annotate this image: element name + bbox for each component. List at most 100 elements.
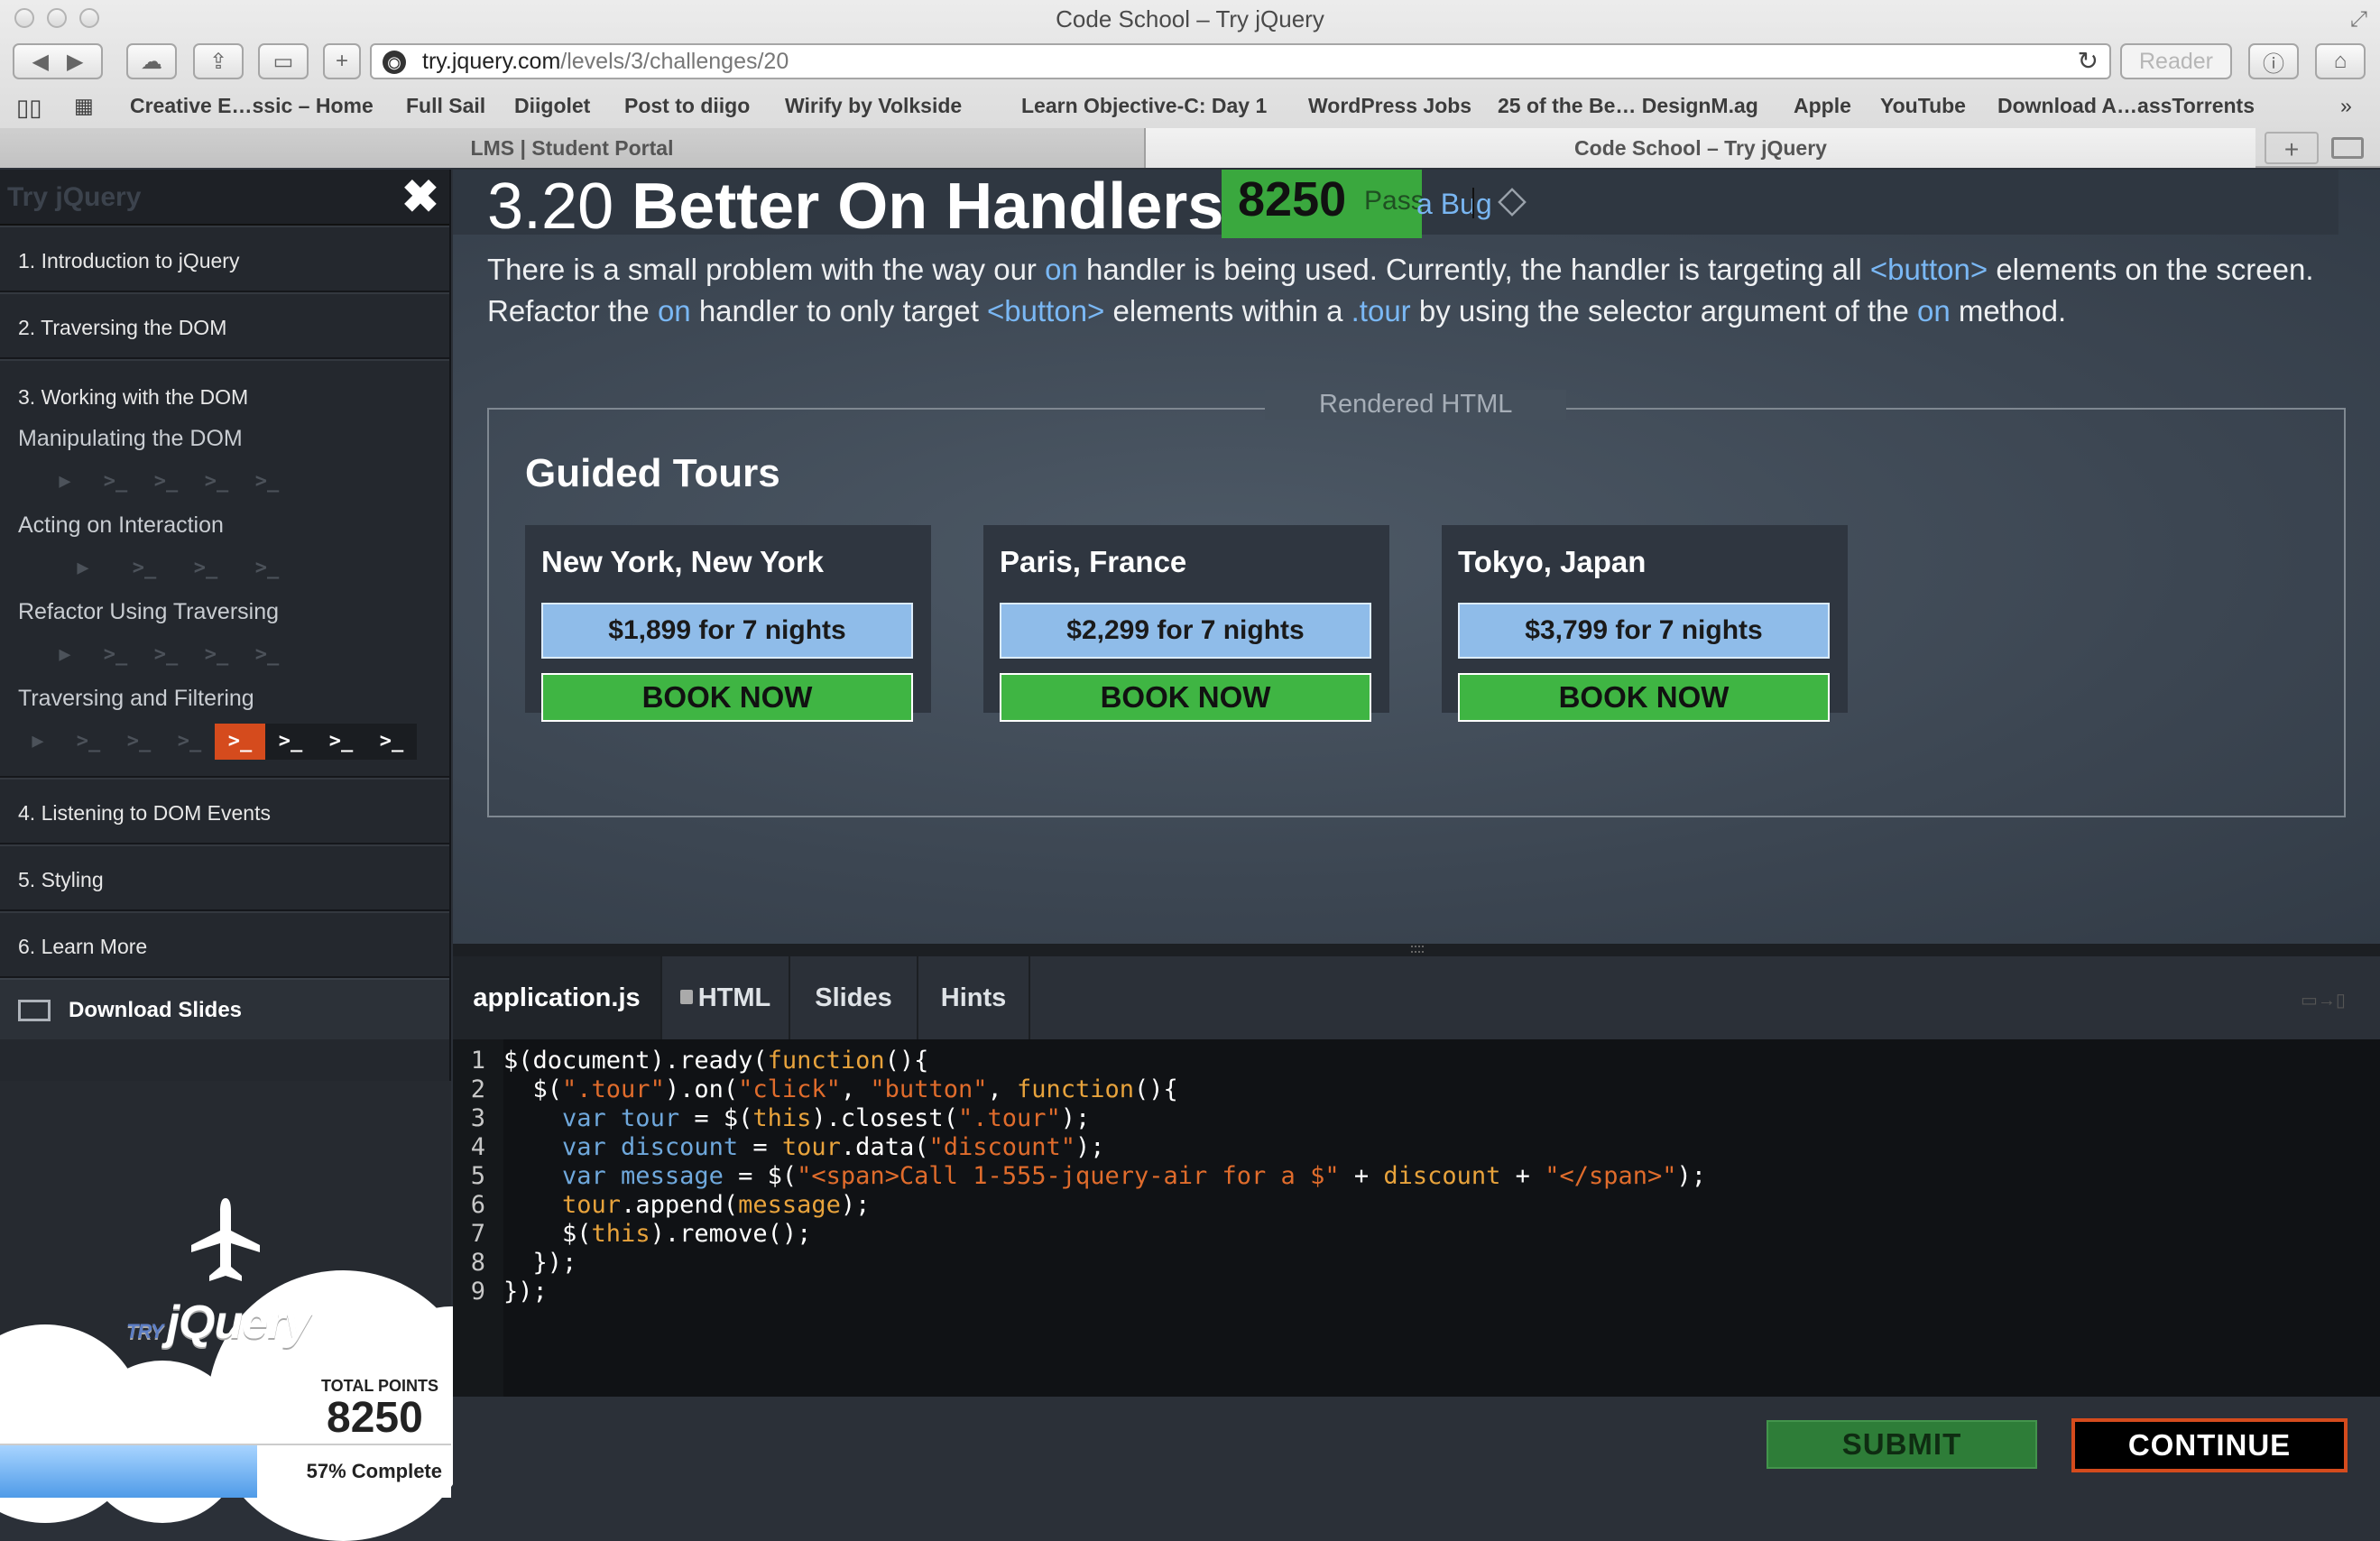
challenge-icon[interactable]: >_ [265,724,316,760]
downloads-button[interactable]: ⓘ [2248,43,2299,79]
sidebar-header: Try jQuery ✖ [0,170,449,226]
grid-icon: ▭ [272,49,294,74]
add-tab-icon[interactable]: + [2265,132,2319,164]
tour-card: Tokyo, Japan $3,799 for 7 nights BOOK NO… [1442,525,1848,722]
tab-lms[interactable]: LMS | Student Portal [0,128,1146,168]
book-now-button[interactable]: BOOK NOW [1458,673,1830,722]
report-bug-link[interactable]: a Bug [1416,188,1492,221]
reload-icon[interactable]: ↻ [2078,45,2099,78]
panel-resize-handle[interactable] [453,944,2380,956]
play-video-icon[interactable]: ▶ [40,637,90,673]
plus-icon: + [335,49,348,73]
bookmark-item[interactable]: Post to diigo [624,94,750,118]
challenge-name: Better On Handlers [632,171,1224,243]
share-button[interactable]: ⇪ [193,43,244,79]
share-icon: ⇪ [208,49,228,74]
challenge-icon[interactable]: >_ [114,724,164,760]
bookmark-item[interactable]: Apple [1794,94,1851,118]
challenge-icon[interactable]: >_ [90,464,141,500]
divider [1472,188,1474,218]
reader-button[interactable]: Reader [2120,43,2232,79]
bookmark-item[interactable]: WordPress Jobs [1308,94,1471,118]
play-video-icon[interactable]: ▶ [13,724,63,760]
fullscreen-icon[interactable]: ⤢ [2350,7,2367,32]
forward-icon[interactable]: ▶ [67,49,83,75]
level-3-title[interactable]: 3. Working with the DOM [18,381,449,413]
book-now-button[interactable]: BOOK NOW [541,673,913,722]
challenge-icon[interactable]: >_ [63,724,114,760]
challenge-icon[interactable]: >_ [119,550,170,586]
current-challenge-icon[interactable]: >_ [215,724,265,760]
new-tab-button[interactable]: + [323,43,361,79]
icloud-button[interactable]: ☁ [126,43,177,79]
bookmark-item[interactable]: Diigolet [514,94,590,118]
sidebar-item-level-6[interactable]: 6. Learn More [0,911,449,978]
bookmark-item[interactable]: Wirify by Volkside [785,94,962,118]
reading-list-icon[interactable]: ▯▯ [16,94,42,122]
lock-icon [679,990,693,1004]
bookmark-item[interactable]: Creative E…ssic – Home [130,94,374,118]
download-slides-button[interactable]: Download Slides [0,978,449,1039]
tab-hints[interactable]: Hints [918,956,1030,1039]
tab-slides[interactable]: Slides [790,956,918,1039]
title-bar: Code School – Try jQuery ⤢ [0,0,2380,40]
challenge-icon[interactable]: >_ [366,724,417,760]
code-area[interactable]: 1 $(document).ready(function(){ 2 $(".tou… [453,1039,2380,1397]
slides-icon [18,1000,51,1021]
tab-try-jquery[interactable]: Code School – Try jQuery [1146,128,2255,168]
bookmark-item[interactable]: Full Sail [406,94,485,118]
challenge-icon[interactable]: >_ [242,550,292,586]
score-value: 8250 [1238,172,1347,226]
challenge-icon[interactable]: >_ [164,724,215,760]
back-forward-buttons[interactable]: ◀ ▶ [13,43,103,79]
challenge-icon[interactable]: >_ [316,724,366,760]
tab-html[interactable]: HTML [662,956,790,1039]
code-line: 8 }); [470,1249,577,1277]
editor-tabs: application.js HTML Slides Hints ▭→▯ [453,956,2380,1039]
score-status: Pass [1364,186,1425,216]
continue-button[interactable]: CONTINUE [2071,1418,2348,1472]
more-bookmarks-icon[interactable]: » [2340,94,2352,118]
close-sidebar-icon[interactable]: ✖ [397,173,444,220]
challenge-icon[interactable]: >_ [242,637,292,673]
sidebar-brand: Try jQuery [7,182,142,212]
challenge-icon[interactable]: >_ [191,637,242,673]
total-points-value: 8250 [327,1394,423,1442]
code-line: 4 var discount = tour.data("discount"); [470,1133,1105,1161]
all-bookmarks-icon[interactable]: ▦ [74,94,94,118]
progress-label: 57% Complete [306,1460,442,1482]
challenge-icon[interactable]: >_ [242,464,292,500]
challenge-icon[interactable]: >_ [141,637,191,673]
url-path: /levels/3/challenges/20 [560,49,789,74]
tab-application-js[interactable]: application.js [453,956,662,1039]
sidebar-item-level-5[interactable]: 5. Styling [0,844,449,911]
challenge-icon[interactable]: >_ [191,464,242,500]
home-button[interactable]: ⌂ [2315,43,2366,79]
tour-card: Paris, France $2,299 for 7 nights BOOK N… [983,525,1389,722]
bookmark-item[interactable]: Download A…assTorrents [1997,94,2255,118]
bookmark-item[interactable]: YouTube [1880,94,1966,118]
tab-overview-icon[interactable] [2331,137,2364,159]
submit-button[interactable]: SUBMIT [1767,1420,2037,1469]
window-title: Code School – Try jQuery [1056,5,1324,32]
back-icon[interactable]: ◀ [32,49,49,75]
course-sidebar: Try jQuery ✖ 1. Introduction to jQuery 2… [0,170,523,1541]
sidebar-item-level-1[interactable]: 1. Introduction to jQuery [0,226,449,292]
bookmark-item[interactable]: 25 of the Be… DesignM.ag [1498,94,1758,118]
play-video-icon[interactable]: ▶ [40,464,90,500]
challenge-number: 3.20 [487,171,614,243]
tour-city: Tokyo, Japan [1458,545,1647,578]
challenge-icon[interactable]: >_ [180,550,231,586]
book-now-button[interactable]: BOOK NOW [1000,673,1371,722]
challenge-icon[interactable]: >_ [141,464,191,500]
globe-icon: ◉ [383,51,406,74]
challenge-icon[interactable]: >_ [90,637,141,673]
section-title: Refactor Using Traversing [18,599,280,624]
editor-layout-icon[interactable]: ▭→▯ [2301,989,2355,1010]
top-sites-button[interactable]: ▭ [258,43,309,79]
address-bar[interactable]: ◉ try.jquery.com/levels/3/challenges/20 ↻ [370,43,2111,79]
sidebar-item-level-4[interactable]: 4. Listening to DOM Events [0,778,449,844]
bookmark-item[interactable]: Learn Objective-C: Day 1 [1021,94,1267,118]
play-video-icon[interactable]: ▶ [58,550,108,586]
sidebar-item-level-2[interactable]: 2. Traversing the DOM [0,292,449,359]
